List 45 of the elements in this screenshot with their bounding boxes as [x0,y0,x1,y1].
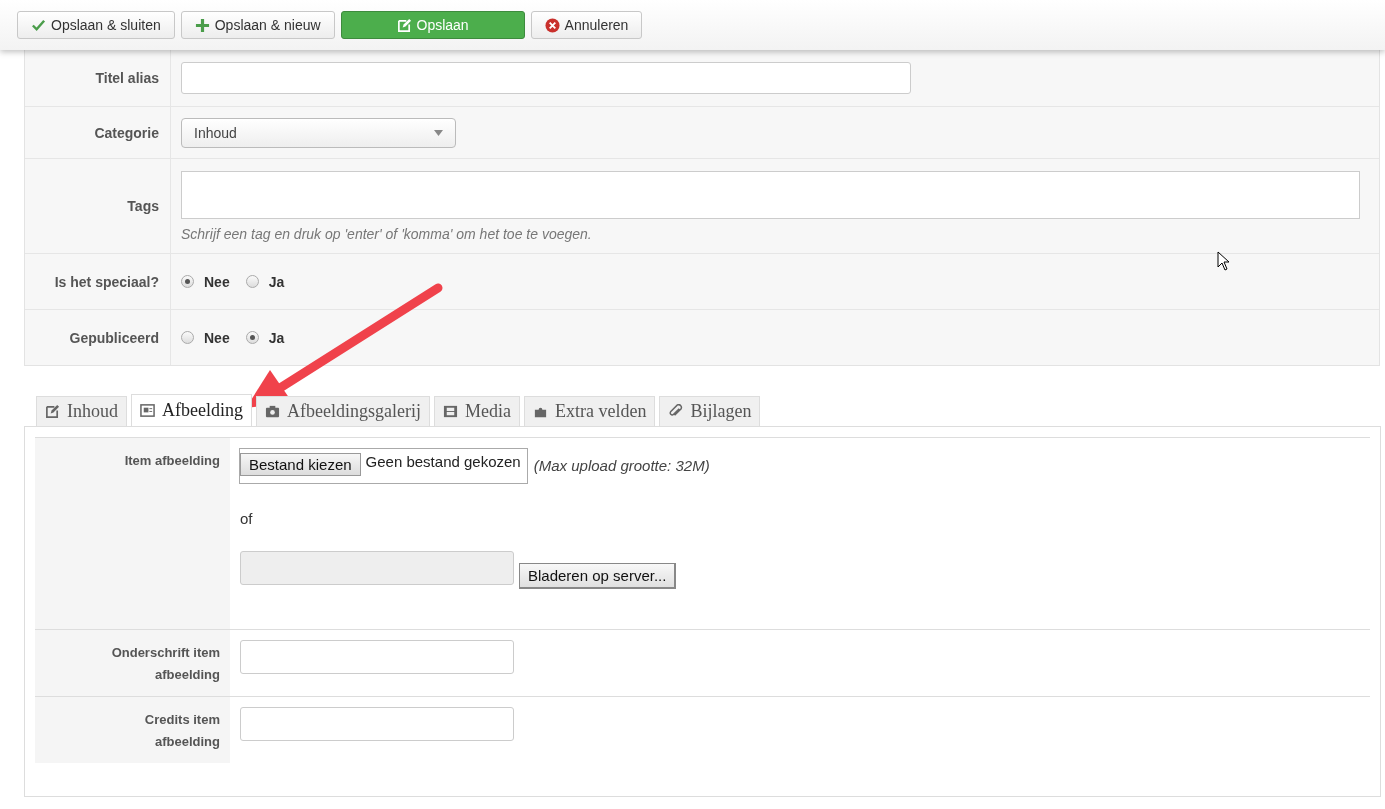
path-input[interactable] [240,551,514,585]
tags-input[interactable] [181,170,1360,219]
field-label: Gepubliceerd [69,329,159,346]
radio-option[interactable]: Nee [181,273,230,290]
radio-option[interactable]: Ja [245,273,285,290]
field-label: Tags [127,198,159,214]
toolbar-button[interactable]: Opslaan & sluiten [17,11,175,39]
category-select[interactable]: Inhoud [181,117,456,148]
field-label: Is het speciaal? [54,273,159,290]
tab[interactable]: Extra velden [523,396,656,426]
film-icon [442,404,458,419]
tab[interactable]: Inhoud [36,396,127,426]
tab[interactable]: Media [433,396,520,426]
choose-file-button[interactable]: Bestand kiezen [240,453,361,476]
edit-icon [45,404,60,419]
field-label: Titel alias [95,70,159,86]
alias-input[interactable] [181,62,911,94]
text-input[interactable] [240,707,514,741]
plus-icon [194,17,210,33]
or-text: of [240,510,254,527]
radio-option[interactable]: Nee [181,329,230,346]
edit-icon [396,17,412,33]
field-label: Item afbeelding [124,453,220,468]
toolbar-button[interactable]: Opslaan & nieuw [180,11,335,39]
field-label: Onderschrift item afbeelding [111,645,220,682]
upload-note: (Max upload grootte: 32M) [533,457,710,474]
mouse-cursor-icon [1217,251,1231,271]
check-icon [31,17,46,33]
file-status: Geen bestand gekozen [365,453,521,470]
toolbar-button[interactable]: Annuleren [530,11,643,39]
text-input[interactable] [240,640,514,674]
field-label: Credits item afbeelding [144,712,220,749]
tags-hint: Schrijf een tag en druk op 'enter' of 'komma' om het toe te voegen. [181,225,593,242]
tab[interactable]: Afbeelding [131,394,252,426]
cancel-icon [544,17,560,33]
caret-icon [434,129,443,136]
camera-icon [265,404,280,419]
tab[interactable]: Afbeeldingsgalerij [256,396,430,426]
image-icon [140,403,155,418]
field-label: Categorie [94,124,159,141]
paperclip-icon [668,404,684,419]
file-input[interactable]: Bestand kiezen Geen bestand gekozen [239,448,528,484]
tab[interactable]: Bijlagen [659,396,761,426]
radio-option[interactable]: Ja [245,329,285,346]
browse-button[interactable]: Bladeren op server... [519,563,677,589]
